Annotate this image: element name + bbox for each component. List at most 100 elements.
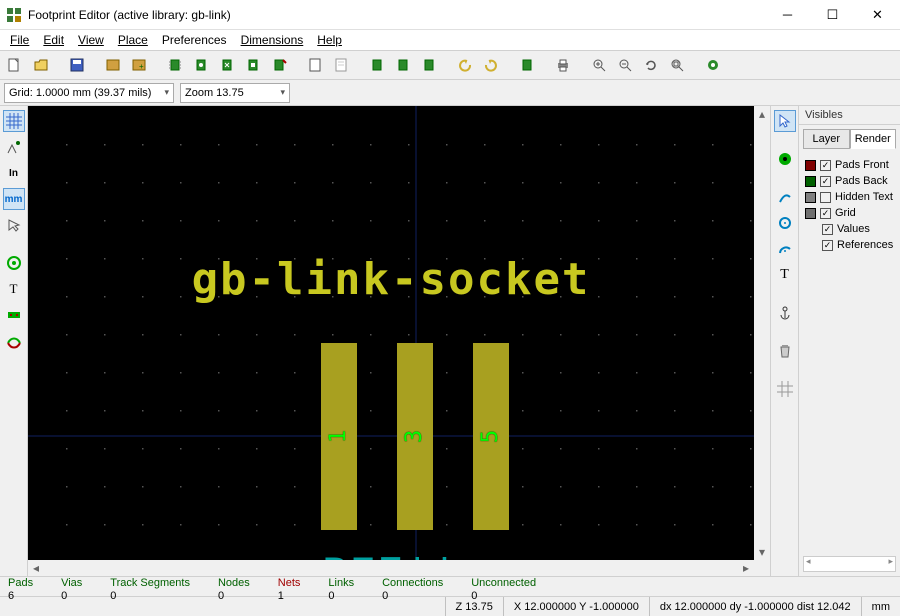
library-add-button[interactable]: + — [128, 54, 150, 76]
chip-button-9[interactable] — [516, 54, 538, 76]
settings-button[interactable] — [702, 54, 724, 76]
delete-button[interactable] — [774, 340, 796, 362]
panel-hscroll[interactable]: ◂▸ — [803, 556, 896, 572]
chip-button-2[interactable] — [190, 54, 212, 76]
menubar: File Edit View Place Preferences Dimensi… — [0, 30, 900, 50]
vertical-scrollbar[interactable]: ▴▾ — [754, 106, 770, 560]
render-label: Grid — [835, 207, 856, 219]
doc-button-1[interactable] — [304, 54, 326, 76]
add-text-button[interactable]: T — [774, 264, 796, 286]
visibility-checkbox[interactable] — [820, 192, 831, 203]
right-toolbar: T — [770, 106, 798, 576]
svg-text:+: + — [139, 62, 144, 71]
minimize-button[interactable]: ─ — [765, 0, 810, 30]
chip-button-6[interactable] — [366, 54, 388, 76]
pad-number: 3 — [403, 430, 428, 443]
add-pad-button[interactable] — [774, 148, 796, 170]
pad-5[interactable]: 5 — [473, 343, 509, 530]
grid-origin-button[interactable] — [774, 378, 796, 400]
visibility-checkbox[interactable]: ✓ — [822, 224, 833, 235]
render-row[interactable]: ✓ Grid — [805, 205, 894, 221]
visibility-checkbox[interactable]: ✓ — [820, 176, 831, 187]
chip-button-3[interactable] — [216, 54, 238, 76]
pad-outline-button[interactable] — [3, 252, 25, 274]
anchor-button[interactable] — [774, 302, 796, 324]
select-tool-button[interactable] — [774, 110, 796, 132]
color-swatch[interactable] — [805, 208, 816, 219]
open-footprint-button[interactable] — [30, 54, 52, 76]
menu-edit[interactable]: Edit — [37, 31, 70, 49]
grid-toggle-button[interactable] — [3, 110, 25, 132]
menu-preferences[interactable]: Preferences — [156, 31, 233, 49]
render-row[interactable]: ✓Pads Front — [805, 157, 894, 173]
render-label: Hidden Text — [835, 191, 893, 203]
menu-view[interactable]: View — [72, 31, 110, 49]
tab-render[interactable]: Render — [850, 129, 897, 149]
horizontal-scrollbar[interactable]: ◂▸ — [28, 560, 754, 576]
status-zoom: Z 13.75 — [445, 597, 503, 616]
tab-layer[interactable]: Layer — [803, 129, 850, 149]
redo-button[interactable] — [480, 54, 502, 76]
footprint-value-text[interactable]: gb-link-socket — [28, 254, 754, 305]
menu-place[interactable]: Place — [112, 31, 154, 49]
mm-unit-button[interactable]: mm — [3, 188, 25, 210]
pad-3[interactable]: 3 — [397, 343, 433, 530]
add-circle-button[interactable] — [774, 212, 796, 234]
library-button[interactable] — [102, 54, 124, 76]
zoom-out-button[interactable] — [614, 54, 636, 76]
render-row[interactable]: ✓Values — [805, 221, 894, 237]
chip-button-8[interactable] — [418, 54, 440, 76]
chip-button-1[interactable] — [164, 54, 186, 76]
status-bar-coords: Z 13.75 X 12.000000 Y -1.000000 dx 12.00… — [0, 596, 900, 616]
zoom-in-button[interactable] — [588, 54, 610, 76]
render-label: Pads Back — [835, 175, 888, 187]
close-button[interactable]: ✕ — [855, 0, 900, 30]
edge-outline-button[interactable] — [3, 304, 25, 326]
print-button[interactable] — [552, 54, 574, 76]
selector-bar: Grid: 1.0000 mm (39.37 mils)▾ Zoom 13.75… — [0, 80, 900, 106]
inch-unit-button[interactable]: In — [3, 162, 25, 184]
chip-button-7[interactable] — [392, 54, 414, 76]
refresh-button[interactable] — [640, 54, 662, 76]
add-line-button[interactable] — [774, 186, 796, 208]
zoom-fit-button[interactable] — [666, 54, 688, 76]
visibles-panel: Visibles Layer Render ✓Pads Front✓Pads B… — [798, 106, 900, 576]
new-footprint-button[interactable] — [4, 54, 26, 76]
text-outline-button[interactable]: T — [3, 278, 25, 300]
render-row[interactable]: ✓ Pads Back — [805, 173, 894, 189]
color-swatch[interactable] — [805, 160, 816, 171]
doc-button-2[interactable] — [330, 54, 352, 76]
main-toolbar: + — [0, 50, 900, 80]
visibility-checkbox[interactable]: ✓ — [820, 160, 831, 171]
render-row[interactable]: Hidden Text — [805, 189, 894, 205]
titlebar: Footprint Editor (active library: gb-lin… — [0, 0, 900, 30]
pad-number: 1 — [327, 430, 352, 443]
polar-toggle-button[interactable] — [3, 136, 25, 158]
chip-button-4[interactable] — [242, 54, 264, 76]
cursor-shape-button[interactable] — [3, 214, 25, 236]
pad-number: 5 — [479, 430, 504, 443]
add-arc-button[interactable] — [774, 238, 796, 260]
render-row[interactable]: ✓References — [805, 237, 894, 253]
visibility-checkbox[interactable]: ✓ — [822, 240, 833, 251]
undo-button[interactable] — [454, 54, 476, 76]
save-button[interactable] — [66, 54, 88, 76]
visibility-checkbox[interactable]: ✓ — [820, 208, 831, 219]
zoom-selector[interactable]: Zoom 13.75▾ — [180, 83, 290, 103]
contrast-button[interactable] — [3, 330, 25, 352]
maximize-button[interactable]: ☐ — [810, 0, 855, 30]
color-swatch[interactable] — [805, 192, 816, 203]
pad-1[interactable]: 1 — [321, 343, 357, 530]
menu-dimensions[interactable]: Dimensions — [235, 31, 310, 49]
editor-canvas[interactable]: gb-link-socket 135 REF** — [28, 106, 770, 576]
status-dxy: dx 12.000000 dy -1.000000 dist 12.042 — [649, 597, 861, 616]
workarea: In mm T gb-link-socket — [0, 106, 900, 576]
status-bar-counts: Pads6Vias0Track Segments0Nodes0Nets1Link… — [0, 576, 900, 596]
chip-button-5[interactable] — [268, 54, 290, 76]
status-unit: mm — [861, 597, 900, 616]
color-swatch[interactable] — [805, 176, 816, 187]
menu-help[interactable]: Help — [311, 31, 348, 49]
menu-file[interactable]: File — [4, 31, 35, 49]
render-list: ✓Pads Front✓Pads BackHidden Text✓Grid✓Va… — [799, 153, 900, 257]
grid-selector[interactable]: Grid: 1.0000 mm (39.37 mils)▾ — [4, 83, 174, 103]
